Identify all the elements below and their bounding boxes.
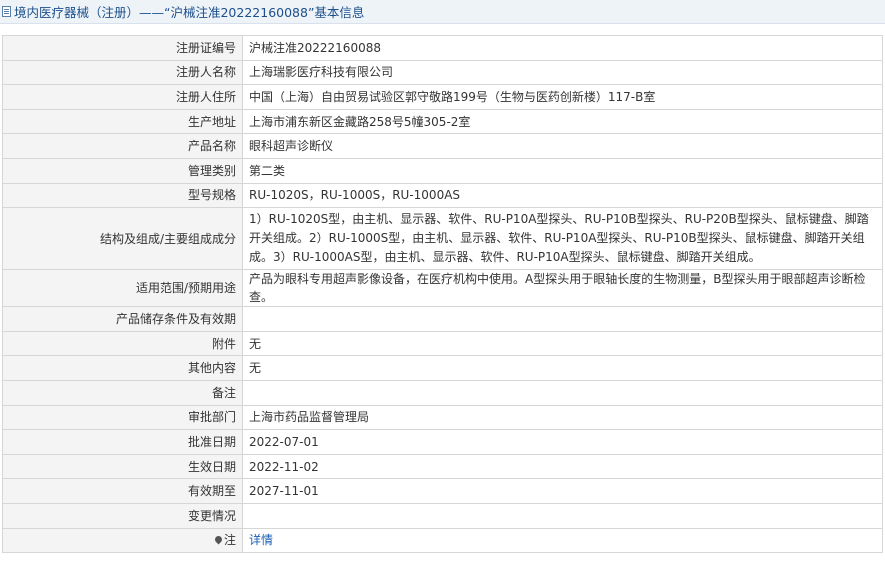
field-value-registration-number: 沪械注准20222160088 (242, 35, 883, 61)
table-row: 管理类别 第二类 (2, 157, 883, 184)
table-row: 审批部门 上海市药品监督管理局 (2, 404, 883, 431)
field-label-management-category: 管理类别 (2, 157, 243, 184)
field-value-other-content: 无 (242, 355, 883, 381)
field-label-intended-use: 适用范围/预期用途 (2, 269, 243, 308)
table-row: 结构及组成/主要组成成分 1）RU-1020S型，由主机、显示器、软件、RU-P… (2, 207, 883, 271)
field-label-registrant-name: 注册人名称 (2, 59, 243, 86)
field-value-valid-until: 2027-11-01 (242, 478, 883, 504)
field-label-registrant-address: 注册人住所 (2, 84, 243, 110)
table-row: 注册证编号 沪械注准20222160088 (2, 35, 883, 61)
field-label-effective-date: 生效日期 (2, 453, 243, 480)
field-value-registrant-address: 中国（上海）自由贸易试验区郭守敬路199号（生物与医药创新楼）117-B室 (242, 84, 883, 110)
field-label-approval-date: 批准日期 (2, 429, 243, 455)
table-row: 生产地址 上海市浦东新区金藏路258号5幢305-2室 (2, 108, 883, 135)
field-label-storage-validity: 产品储存条件及有效期 (2, 306, 243, 332)
field-value-approval-department: 上海市药品监督管理局 (242, 404, 883, 431)
field-label-approval-department: 审批部门 (2, 404, 243, 431)
field-value-product-name: 眼科超声诊断仪 (242, 133, 883, 159)
field-label-remarks: 备注 (2, 379, 243, 406)
field-value-change-history (242, 502, 883, 529)
field-label-structure-composition: 结构及组成/主要组成成分 (2, 207, 243, 271)
table-row: 附件 无 (2, 330, 883, 357)
field-label-product-name: 产品名称 (2, 133, 243, 159)
field-value-approval-date: 2022-07-01 (242, 429, 883, 455)
table-row: 产品名称 眼科超声诊断仪 (2, 133, 883, 159)
table-row: 其他内容 无 (2, 355, 883, 381)
registration-info-table: 注册证编号 沪械注准20222160088 注册人名称 上海瑞影医疗科技有限公司… (2, 35, 883, 554)
pin-icon (213, 534, 224, 545)
table-row: 适用范围/预期用途 产品为眼科专用超声影像设备，在医疗机构中使用。A型探头用于眼… (2, 269, 883, 308)
table-row: 型号规格 RU-1020S，RU-1000S，RU-1000AS (2, 182, 883, 209)
field-label-valid-until: 有效期至 (2, 478, 243, 504)
field-label-production-address: 生产地址 (2, 108, 243, 135)
page-title-bar: 境内医疗器械（注册）——“沪械注准20222160088”基本信息 (0, 0, 885, 24)
field-value-structure-composition: 1）RU-1020S型，由主机、显示器、软件、RU-P10A型探头、RU-P10… (242, 207, 883, 271)
table-row: 产品储存条件及有效期 (2, 306, 883, 332)
page-title: 境内医疗器械（注册）——“沪械注准20222160088”基本信息 (14, 5, 365, 20)
field-label-change-history: 变更情况 (2, 502, 243, 529)
field-label-model-spec: 型号规格 (2, 182, 243, 209)
document-icon (2, 6, 11, 17)
table-row: 生效日期 2022-11-02 (2, 453, 883, 480)
field-value-effective-date: 2022-11-02 (242, 453, 883, 480)
field-value-remarks (242, 379, 883, 406)
details-link[interactable]: 详情 (249, 533, 273, 547)
table-row: 备注 (2, 379, 883, 406)
table-row: 注册人名称 上海瑞影医疗科技有限公司 (2, 59, 883, 86)
field-value-note: 详情 (242, 527, 883, 554)
table-row: 批准日期 2022-07-01 (2, 429, 883, 455)
field-value-management-category: 第二类 (242, 157, 883, 184)
field-label-other-content: 其他内容 (2, 355, 243, 381)
field-label-note: 注 (2, 527, 243, 554)
table-row: 注册人住所 中国（上海）自由贸易试验区郭守敬路199号（生物与医药创新楼）117… (2, 84, 883, 110)
field-value-registrant-name: 上海瑞影医疗科技有限公司 (242, 59, 883, 86)
field-value-attachments: 无 (242, 330, 883, 357)
table-row: 变更情况 (2, 502, 883, 529)
field-value-model-spec: RU-1020S，RU-1000S，RU-1000AS (242, 182, 883, 209)
field-label-attachments: 附件 (2, 330, 243, 357)
note-label: 注 (223, 533, 236, 548)
field-value-intended-use: 产品为眼科专用超声影像设备，在医疗机构中使用。A型探头用于眼轴长度的生物测量，B… (242, 269, 883, 308)
field-value-production-address: 上海市浦东新区金藏路258号5幢305-2室 (242, 108, 883, 135)
table-row: 注 详情 (2, 527, 883, 554)
table-row: 有效期至 2027-11-01 (2, 478, 883, 504)
field-label-registration-number: 注册证编号 (2, 35, 243, 61)
field-value-storage-validity (242, 306, 883, 332)
